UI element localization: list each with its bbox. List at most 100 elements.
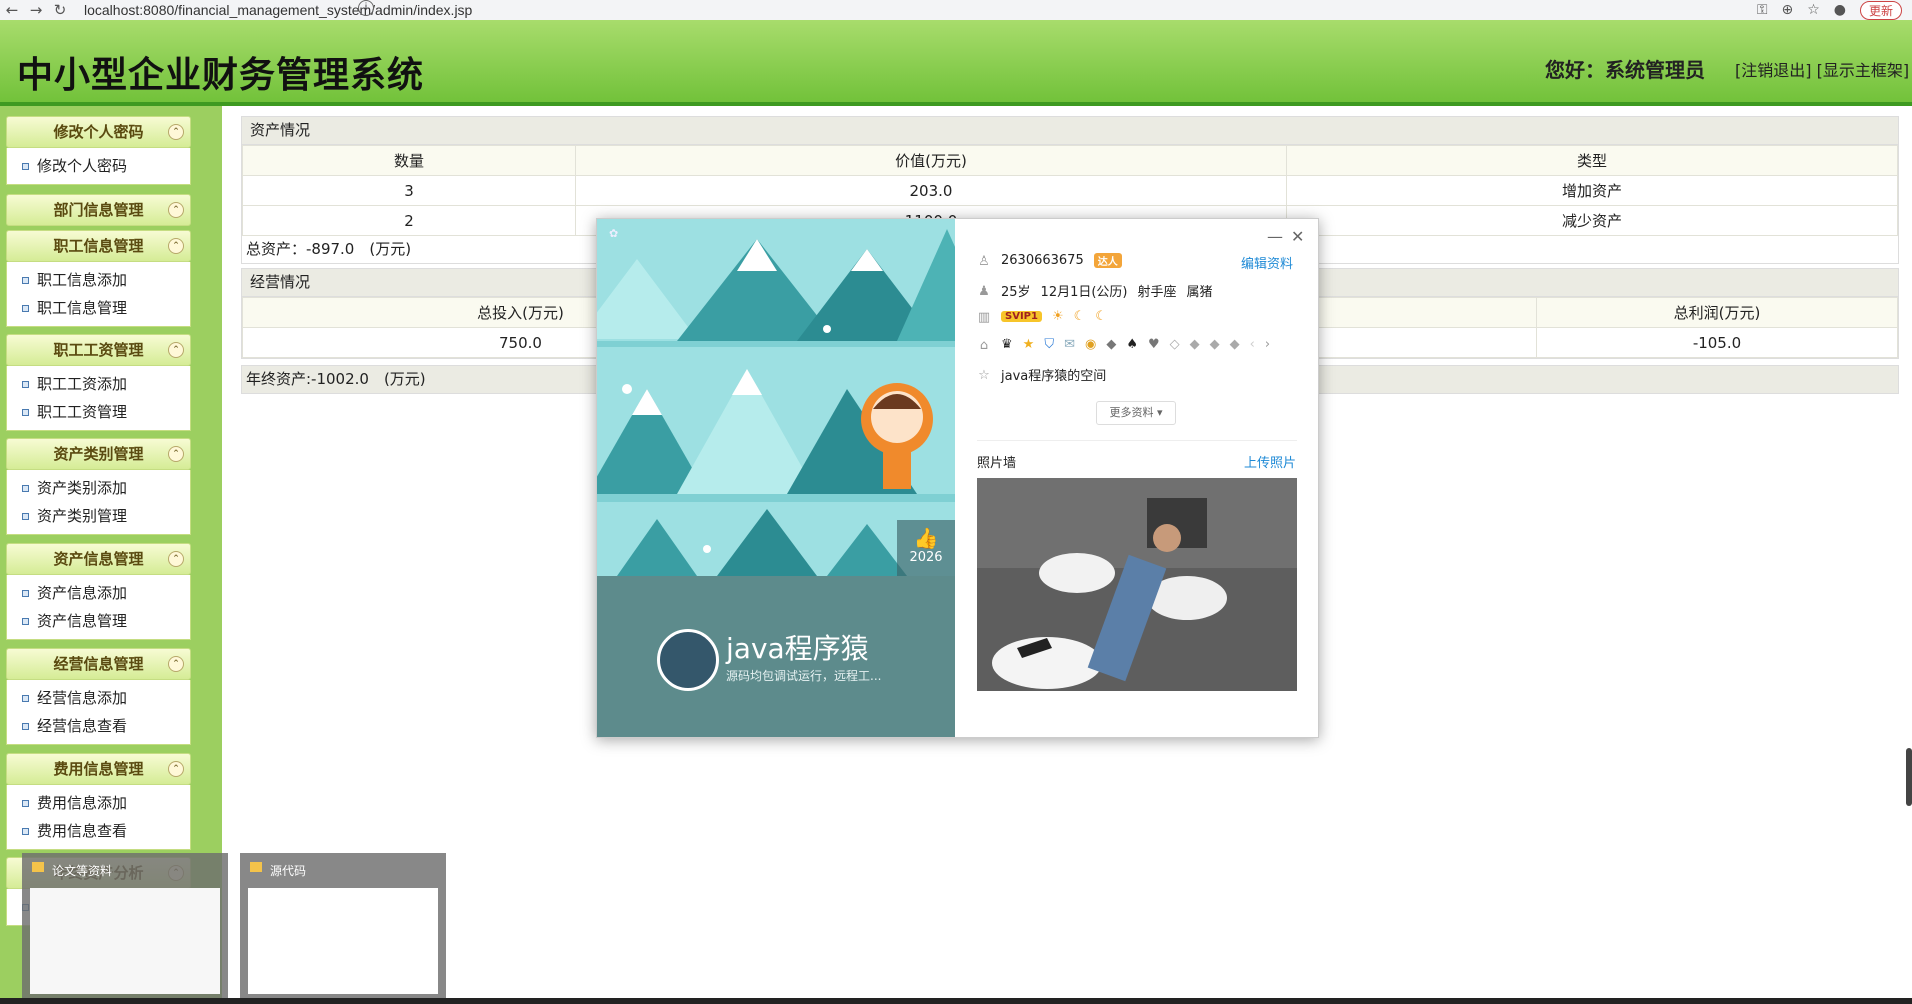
space-link[interactable]: java程序猿的空间 <box>1001 365 1106 384</box>
sidebar-group-header[interactable]: 部门信息管理 ⌃ <box>6 194 191 226</box>
window-thumbnail <box>30 888 220 994</box>
minimize-icon[interactable]: — <box>1267 227 1283 246</box>
back-icon[interactable]: ← <box>0 1 24 19</box>
sidebar-item[interactable]: 费用信息添加 <box>7 789 190 817</box>
like-button[interactable]: 👍 2026 <box>897 520 955 576</box>
star-icon[interactable]: ☆ <box>1807 2 1820 18</box>
address-bar[interactable]: i localhost:8080/financial_management_sys… <box>84 0 472 18</box>
sidebar-item[interactable]: 修改个人密码 <box>7 152 190 180</box>
sidebar-group-header[interactable]: 资产类别管理 ⌃ <box>6 438 191 470</box>
reload-icon[interactable]: ↻ <box>48 1 72 19</box>
close-icon[interactable]: ✕ <box>1291 227 1304 246</box>
sun-icon: ☀ <box>1051 309 1064 324</box>
col-value: 价值(万元) <box>575 145 1287 176</box>
sidebar-group-asset-category: 资产类别管理 ⌃ 资产类别添加 资产类别管理 <box>6 438 191 535</box>
folder-icon <box>32 862 44 872</box>
sidebar-group-title: 费用信息管理 <box>53 760 144 778</box>
sidebar-item[interactable]: 职工信息管理 <box>7 294 190 322</box>
diamond-icon[interactable]: ◆ <box>1106 337 1116 352</box>
sidebar-group-header[interactable]: 职工信息管理 ⌃ <box>6 230 191 262</box>
scrollbar[interactable] <box>1906 748 1912 806</box>
taskbar-preview-docs[interactable]: 论文等资料 <box>22 853 228 999</box>
sidebar-group-header[interactable]: 修改个人密码 ⌃ <box>6 116 191 148</box>
coin-icon[interactable]: ◉ <box>1085 337 1096 352</box>
sidebar-group-password: 修改个人密码 ⌃ 修改个人密码 <box>6 116 191 185</box>
sidebar-item[interactable]: 资产信息管理 <box>7 607 190 635</box>
collapse-icon[interactable]: ⌃ <box>168 238 184 254</box>
privilege-icon[interactable]: ♛ <box>1001 337 1013 352</box>
sidebar-item[interactable]: 资产类别管理 <box>7 502 190 530</box>
profile-icon[interactable]: ● <box>1834 2 1846 18</box>
star-badge-icon[interactable]: ★ <box>1023 337 1035 352</box>
update-button[interactable]: 更新 <box>1859 0 1902 20</box>
sidebar-item[interactable]: 经营信息查看 <box>7 712 190 740</box>
sidebar-group-header[interactable]: 经营信息管理 ⌃ <box>6 648 191 680</box>
header-links[interactable]: [注销退出] [显示主框架] <box>1735 57 1909 81</box>
diamond-icon[interactable]: ◇ <box>1170 337 1180 352</box>
sidebar-item[interactable]: 职工信息添加 <box>7 266 190 294</box>
cell: 203.0 <box>575 175 1287 206</box>
home-icon: ⌂ <box>979 337 989 353</box>
sidebar-group-title: 修改个人密码 <box>53 123 144 141</box>
key-icon[interactable]: ⚿ <box>1757 2 1768 18</box>
divider <box>977 440 1297 441</box>
diamond-icon[interactable]: ◆ <box>1210 337 1220 352</box>
sidebar-group-header[interactable]: 资产信息管理 ⌃ <box>6 543 191 575</box>
penguin-icon[interactable]: ♠ <box>1126 337 1138 352</box>
sidebar-item[interactable]: 经营信息添加 <box>7 684 190 712</box>
collapse-icon[interactable]: ⌃ <box>168 446 184 462</box>
sidebar-item[interactable]: 资产类别添加 <box>7 474 190 502</box>
chevron-right-icon[interactable]: › <box>1265 337 1270 352</box>
chevron-left-icon[interactable]: ‹ <box>1250 337 1255 352</box>
cell: 2 <box>242 205 576 236</box>
sidebar-item[interactable]: 职工工资添加 <box>7 370 190 398</box>
collapse-icon[interactable]: ⌃ <box>168 124 184 140</box>
sidebar-group-body: 职工信息添加 职工信息管理 <box>6 262 191 327</box>
photo-thumbnail[interactable] <box>977 478 1297 691</box>
collapse-icon[interactable]: ⌃ <box>168 342 184 358</box>
sidebar-group-title: 职工信息管理 <box>53 237 144 255</box>
moon-icon: ☾ <box>1073 309 1086 324</box>
cell: 减少资产 <box>1286 205 1898 236</box>
zoom-icon[interactable]: ⊕ <box>1781 2 1793 18</box>
sidebar-group-header[interactable]: 职工工资管理 ⌃ <box>6 334 191 366</box>
sidebar-item[interactable]: 职工工资管理 <box>7 398 190 426</box>
collapse-icon[interactable]: ⌃ <box>168 761 184 777</box>
collapse-icon[interactable]: ⌃ <box>168 656 184 672</box>
browser-toolbar: ← → ↻ i localhost:8080/financial_manageme… <box>0 0 1912 21</box>
col-type: 类型 <box>1286 145 1898 176</box>
sidebar-item[interactable]: 费用信息查看 <box>7 817 190 845</box>
upload-photo-link[interactable]: 上传照片 <box>1244 452 1296 471</box>
edit-profile-link[interactable]: 编辑资料 <box>1241 253 1293 272</box>
collapse-icon[interactable]: ⌃ <box>168 202 184 218</box>
assets-title: 资产情况 <box>242 117 1898 145</box>
expert-badge: 达人 <box>1093 253 1122 268</box>
sidebar-group-body: 资产类别添加 资产类别管理 <box>6 470 191 535</box>
cell: -105.0 <box>1536 327 1898 358</box>
photo-image <box>977 478 1297 691</box>
more-info-button[interactable]: 更多资料 ▾ <box>1096 401 1176 425</box>
info-icon[interactable]: i <box>358 0 374 16</box>
cell: 3 <box>242 175 576 206</box>
diamond-icon[interactable]: ◆ <box>1190 337 1200 352</box>
window-thumbnail <box>248 888 438 994</box>
cover-label: ✿ <box>609 227 619 240</box>
avatar[interactable] <box>657 629 719 691</box>
age: 25岁 <box>1001 285 1031 300</box>
thumbs-up-icon: 👍 <box>913 526 939 550</box>
cover-image: ✿ 👍 2026 <box>597 219 955 576</box>
qq-icon: ♙ <box>978 253 990 269</box>
diamond-icon[interactable]: ◆ <box>1230 337 1240 352</box>
taskbar-preview-source[interactable]: 源代码 <box>240 853 446 999</box>
sidebar-group-body: 经营信息添加 经营信息查看 <box>6 680 191 745</box>
forward-icon[interactable]: → <box>24 1 48 19</box>
mail-icon[interactable]: ✉ <box>1064 337 1075 352</box>
like-count: 2026 <box>909 550 943 565</box>
svip-badge: SVIP1 <box>1001 311 1042 322</box>
heart-icon[interactable]: ♥ <box>1148 337 1160 352</box>
shield-icon[interactable]: ⛉ <box>1044 337 1054 352</box>
qq-number: 2630663675 <box>1001 253 1084 268</box>
sidebar-item[interactable]: 资产信息添加 <box>7 579 190 607</box>
collapse-icon[interactable]: ⌃ <box>168 551 184 567</box>
sidebar-group-header[interactable]: 费用信息管理 ⌃ <box>6 753 191 785</box>
